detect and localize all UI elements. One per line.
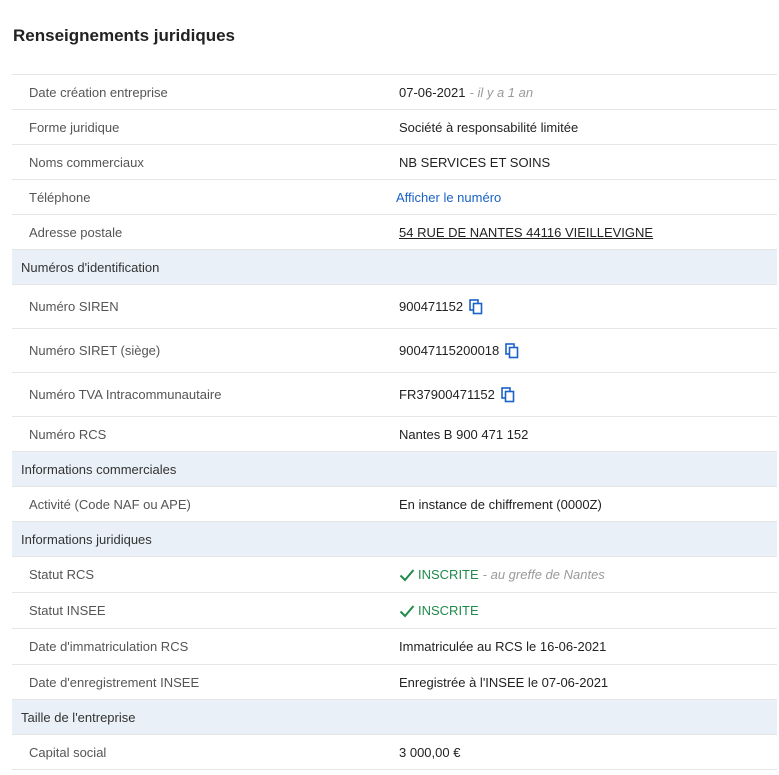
- copy-icon[interactable]: [505, 342, 519, 359]
- row-tva: Numéro TVA Intracommunautaire FR37900471…: [12, 373, 777, 417]
- row-value: 54 RUE DE NANTES 44116 VIEILLEVIGNE: [399, 225, 653, 240]
- statut-rcs-hint: - au greffe de Nantes: [482, 567, 605, 582]
- row-label: Capital social: [29, 744, 107, 760]
- row-value: INSCRITE: [399, 603, 479, 618]
- section-juridique: Informations juridiques: [12, 522, 777, 557]
- row-statut-insee: Statut INSEE INSCRITE: [12, 593, 777, 629]
- siret-value: 90047115200018: [399, 343, 500, 358]
- row-siret: Numéro SIRET (siège) 90047115200018: [12, 329, 777, 373]
- row-label: Activité (Code NAF ou APE): [29, 496, 191, 512]
- row-telephone: Téléphone Afficher le numéro: [12, 180, 777, 215]
- row-value: Nantes B 900 471 152: [399, 426, 529, 442]
- copy-icon[interactable]: [469, 298, 483, 315]
- row-label: Date d'immatriculation RCS: [29, 639, 189, 654]
- row-activite: Activité (Code NAF ou APE) En instance d…: [12, 487, 777, 522]
- row-siren: Numéro SIREN 900471152: [12, 285, 777, 329]
- show-phone-link[interactable]: Afficher le numéro: [396, 190, 501, 205]
- row-value: 90047115200018: [399, 342, 519, 359]
- row-adresse: Adresse postale 54 RUE DE NANTES 44116 V…: [12, 215, 777, 250]
- siren-value: 900471152: [399, 299, 464, 314]
- row-value: 900471152: [399, 298, 483, 315]
- legal-info-table: Date création entreprise 07-06-2021 - il…: [12, 74, 777, 770]
- copy-icon[interactable]: [501, 386, 515, 403]
- statut-rcs-value: INSCRITE: [418, 567, 479, 582]
- row-label: Forme juridique: [29, 119, 120, 135]
- row-label: Numéro SIRET (siège): [29, 343, 161, 358]
- checkmark-icon: [399, 568, 415, 581]
- row-value: FR37900471152: [399, 386, 515, 403]
- row-noms-commerciaux: Noms commerciaux NB SERVICES ET SOINS: [12, 145, 777, 180]
- row-date-creation: Date création entreprise 07-06-2021 - il…: [12, 75, 777, 110]
- row-label: Statut INSEE: [29, 603, 106, 618]
- row-value: 3 000,00 €: [399, 744, 461, 760]
- section-taille: Taille de l'entreprise: [12, 700, 777, 735]
- row-label: Date création entreprise: [29, 84, 168, 100]
- row-value: NB SERVICES ET SOINS: [399, 154, 551, 170]
- row-value: Enregistrée à l'INSEE le 07-06-2021: [399, 674, 609, 690]
- checkmark-icon: [399, 604, 415, 617]
- status-badge: INSCRITE: [399, 567, 479, 582]
- row-value: Société à responsabilité limitée: [399, 119, 579, 135]
- row-value: En instance de chiffrement (0000Z): [399, 496, 602, 512]
- status-badge: INSCRITE: [399, 603, 479, 618]
- row-enregistrement: Date d'enregistrement INSEE Enregistrée …: [12, 665, 777, 700]
- row-label: Noms commerciaux: [29, 154, 144, 170]
- section-commercial: Informations commerciales: [12, 452, 777, 487]
- row-immatriculation: Date d'immatriculation RCS Immatriculée …: [12, 629, 777, 665]
- row-label: Téléphone: [29, 189, 91, 205]
- row-value: INSCRITE - au greffe de Nantes: [399, 567, 605, 582]
- row-value: Afficher le numéro: [396, 190, 501, 205]
- row-label: Numéro TVA Intracommunautaire: [29, 387, 222, 402]
- row-label: Numéro SIREN: [29, 299, 119, 314]
- row-label: Statut RCS: [29, 567, 95, 582]
- row-label: Date d'enregistrement INSEE: [29, 674, 200, 690]
- address-link[interactable]: 54 RUE DE NANTES 44116 VIEILLEVIGNE: [399, 225, 653, 240]
- row-statut-rcs: Statut RCS INSCRITE - au greffe de Nante…: [12, 557, 777, 593]
- row-value: Immatriculée au RCS le 16-06-2021: [399, 639, 607, 654]
- tva-value: FR37900471152: [399, 387, 495, 402]
- row-label: Adresse postale: [29, 224, 123, 240]
- creation-date: 07-06-2021: [399, 84, 466, 100]
- row-capital: Capital social 3 000,00 €: [12, 735, 777, 770]
- row-value: 07-06-2021 - il y a 1 an: [399, 85, 533, 100]
- section-identification: Numéros d'identification: [12, 250, 777, 285]
- page-title: Renseignements juridiques: [13, 26, 235, 45]
- creation-hint: - il y a 1 an: [469, 84, 534, 100]
- statut-insee-value: INSCRITE: [418, 603, 479, 618]
- row-label: Numéro RCS: [29, 426, 107, 442]
- row-forme-juridique: Forme juridique Société à responsabilité…: [12, 110, 777, 145]
- row-rcs: Numéro RCS Nantes B 900 471 152: [12, 417, 777, 452]
